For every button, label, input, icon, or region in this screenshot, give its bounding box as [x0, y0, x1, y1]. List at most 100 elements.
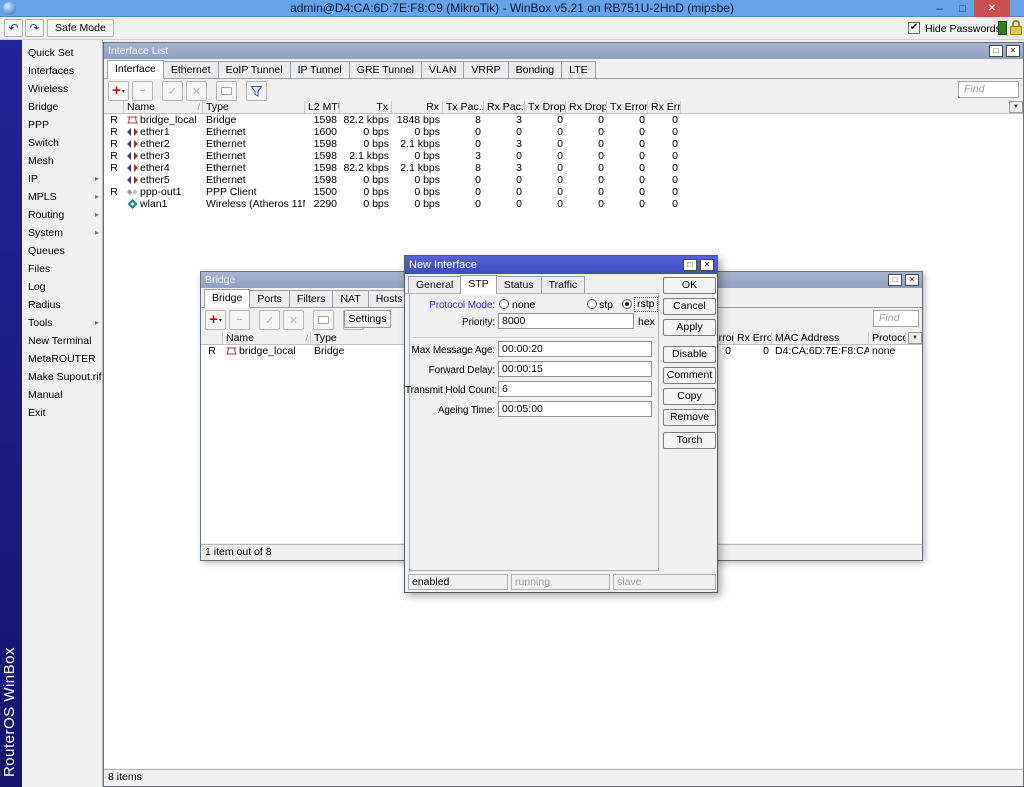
dialog-close-button[interactable]: ✕ [700, 259, 714, 271]
max-message-age-input[interactable]: 00:00:20 [498, 341, 652, 357]
column-header-protoco[interactable]: Protoco... [869, 332, 906, 344]
interface-columns-dropdown[interactable]: ▼ [1009, 101, 1023, 113]
interface-list-tab-ip-tunnel[interactable]: IP Tunnel [290, 61, 350, 78]
bridge-enable-button[interactable]: ✓ [259, 310, 280, 330]
close-button[interactable]: ✕ [974, 0, 1010, 17]
cancel-button[interactable]: Cancel [663, 298, 716, 315]
column-header-rx-errors[interactable]: Rx Errors [734, 332, 772, 344]
sidebar-item-mpls[interactable]: MPLS▸ [22, 188, 102, 206]
interface-row-ether5[interactable]: ether5Ethernet15980 bps0 bps000000 [104, 174, 1023, 186]
interface-list-disable-button[interactable]: ✕ [186, 81, 207, 101]
remove-button[interactable]: Remove [663, 409, 716, 426]
column-header-rx-errors[interactable]: Rx Errors [648, 101, 681, 113]
sidebar-item-manual[interactable]: Manual [22, 386, 102, 404]
sidebar-item-ppp[interactable]: PPP [22, 116, 102, 134]
sidebar-item-make-supout-rif[interactable]: Make Supout.rif [22, 368, 102, 386]
priority-input[interactable]: 8000 [498, 313, 634, 329]
interface-row-ether4[interactable]: Rether4Ethernet159882.2 kbps2.1 kbps8300… [104, 162, 1023, 174]
bridge-tab-filters[interactable]: Filters [289, 290, 334, 307]
interface-row-wlan1[interactable]: wlan1Wireless (Atheros 11N)22900 bps0 bp… [104, 198, 1023, 210]
interface-list-tab-lte[interactable]: LTE [561, 61, 595, 78]
interface-list-tab-eoip-tunnel[interactable]: EoIP Tunnel [218, 61, 291, 78]
sidebar-item-quick-set[interactable]: Quick Set [22, 44, 102, 62]
interface-list-tab-vlan[interactable]: VLAN [421, 61, 464, 78]
interface-list-close-button[interactable]: ✕ [1006, 45, 1020, 57]
bridge-columns-dropdown[interactable]: ▼ [908, 332, 922, 344]
sidebar-item-metarouter[interactable]: MetaROUTER [22, 350, 102, 368]
interface-list-tab-interface[interactable]: Interface [107, 60, 164, 79]
hide-passwords-checkbox[interactable]: ✔ [908, 22, 920, 34]
interface-list-filter-button[interactable] [246, 81, 267, 101]
new-interface-tab-stp[interactable]: STP [460, 275, 496, 294]
sidebar-item-interfaces[interactable]: Interfaces [22, 62, 102, 80]
ok-button[interactable]: OK [663, 277, 716, 294]
restore-button[interactable]: □ [951, 0, 974, 17]
copy-button[interactable]: Copy [663, 388, 716, 405]
sidebar-item-system[interactable]: System▸ [22, 224, 102, 242]
interface-list-tab-gre-tunnel[interactable]: GRE Tunnel [349, 61, 422, 78]
sidebar-item-files[interactable]: Files [22, 260, 102, 278]
protocol-rstp-label[interactable]: rstp [634, 297, 658, 312]
column-header-name[interactable]: Name/ [124, 101, 203, 113]
new-interface-tab-traffic[interactable]: Traffic [541, 276, 586, 293]
torch-button[interactable]: Torch [663, 432, 716, 449]
undo-button[interactable]: ↶ [4, 19, 23, 37]
bridge-tab-ports[interactable]: Ports [249, 290, 290, 307]
bridge-remove-button[interactable]: − [229, 310, 250, 330]
column-header-tx-pac[interactable]: Tx Pac... [443, 101, 484, 113]
interface-list-enable-button[interactable]: ✓ [162, 81, 183, 101]
interface-list-add-button[interactable]: +▾ [108, 81, 129, 101]
main-titlebar[interactable]: admin@D4:CA:6D:7E:F8:C9 (MikroTik) - Win… [0, 0, 1024, 17]
safe-mode-button[interactable]: Safe Mode [47, 19, 114, 37]
protocol-none-radio[interactable] [499, 299, 509, 309]
interface-row-ether3[interactable]: Rether3Ethernet15982.1 kbps0 bps300000 [104, 150, 1023, 162]
protocol-rstp-radio[interactable] [622, 299, 632, 309]
new-interface-titlebar[interactable]: New Interface □ ✕ [405, 256, 717, 274]
sidebar-item-new-terminal[interactable]: New Terminal [22, 332, 102, 350]
sidebar-item-routing[interactable]: Routing▸ [22, 206, 102, 224]
interface-list-tab-vrrp[interactable]: VRRP [463, 61, 508, 78]
interface-row-ppp-out1[interactable]: Rppp-out1PPP Client15000 bps0 bps000000 [104, 186, 1023, 198]
protocol-stp-label[interactable]: stp [599, 299, 613, 312]
column-header-l2-mtu[interactable]: L2 MTU [305, 101, 340, 113]
interface-list-titlebar[interactable]: Interface List □ ✕ [104, 43, 1023, 59]
sidebar-item-exit[interactable]: Exit [22, 404, 102, 422]
comment-button[interactable]: Comment [663, 367, 716, 384]
column-header-mac-address[interactable]: MAC Address [772, 332, 869, 344]
interface-list-tab-bonding[interactable]: Bonding [508, 61, 563, 78]
column-header-rx[interactable]: Rx [392, 101, 443, 113]
sidebar-item-wireless[interactable]: Wireless [22, 80, 102, 98]
column-header-name[interactable]: Name/ [223, 332, 311, 344]
bridge-find-input[interactable]: Find [873, 310, 919, 327]
minimize-button[interactable]: – [928, 0, 951, 17]
transmit-hold-count-input[interactable]: 6 [498, 381, 652, 397]
bridge-tab-nat[interactable]: NAT [332, 290, 368, 307]
sidebar-item-radius[interactable]: Radius [22, 296, 102, 314]
bridge-add-button[interactable]: +▾ [205, 310, 226, 330]
interface-row-ether1[interactable]: Rether1Ethernet16000 bps0 bps000000 [104, 126, 1023, 138]
redo-button[interactable]: ↷ [25, 19, 44, 37]
sidebar-item-log[interactable]: Log [22, 278, 102, 296]
column-header-flag[interactable] [104, 101, 124, 113]
new-interface-tab-general[interactable]: General [408, 276, 461, 293]
disable-button[interactable]: Disable [663, 346, 716, 363]
bridge-restore-button[interactable]: □ [888, 274, 902, 286]
interface-list-comment-button[interactable] [216, 81, 237, 101]
interface-list-tab-ethernet[interactable]: Ethernet [163, 61, 219, 78]
column-header-type[interactable]: Type [203, 101, 305, 113]
sidebar-item-tools[interactable]: Tools▸ [22, 314, 102, 332]
sidebar-item-switch[interactable]: Switch [22, 134, 102, 152]
interface-list-remove-button[interactable]: − [132, 81, 153, 101]
bridge-close-button[interactable]: ✕ [905, 274, 919, 286]
column-header-tx[interactable]: Tx [340, 101, 392, 113]
dialog-restore-button[interactable]: □ [683, 259, 697, 271]
interface-list-restore-button[interactable]: □ [989, 45, 1003, 57]
new-interface-tab-status[interactable]: Status [496, 276, 542, 293]
forward-delay-input[interactable]: 00:00:15 [498, 361, 652, 377]
protocol-none-label[interactable]: none [512, 299, 535, 312]
protocol-stp-radio[interactable] [587, 299, 597, 309]
interface-row-ether2[interactable]: Rether2Ethernet15980 bps2.1 kbps030000 [104, 138, 1023, 150]
ageing-time-input[interactable]: 00:05:00 [498, 401, 652, 417]
column-header-type[interactable]: Type [311, 332, 411, 344]
bridge-tab-bridge[interactable]: Bridge [204, 289, 250, 308]
